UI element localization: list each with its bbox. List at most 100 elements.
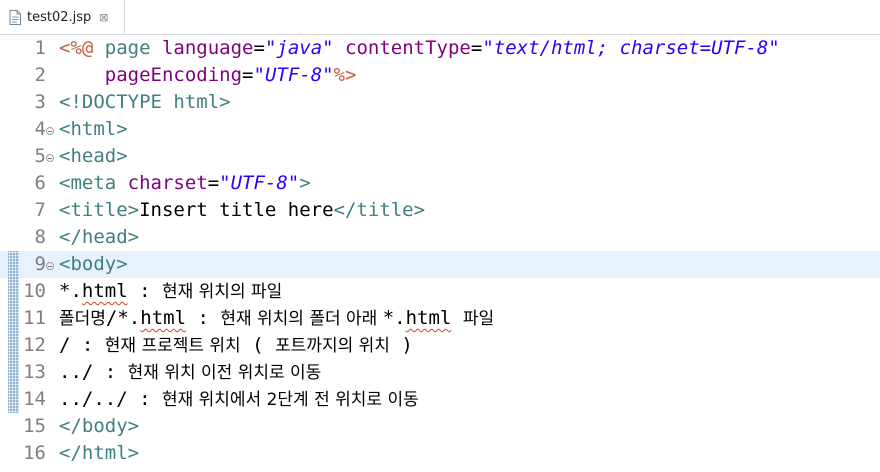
code-token: = <box>470 37 483 59</box>
code-text: <html> <box>59 116 128 143</box>
code-line[interactable]: 15 </body> <box>0 413 880 440</box>
code-token: html <box>81 280 128 302</box>
code-line[interactable]: 11 폴더명/*.html : 현재 위치의 폴더 아래 *.html 파일 <box>0 305 880 332</box>
code-line[interactable]: 3 <!DOCTYPE html> <box>0 89 880 116</box>
code-token: ) <box>389 334 413 356</box>
line-number: 8 <box>34 226 46 248</box>
code-token: 현재 프로젝트 위치 <box>104 336 241 356</box>
line-number: 4 <box>34 118 46 140</box>
code-text: <%@ page language="java" contentType="te… <box>59 35 780 62</box>
code-token: <body> <box>59 253 128 275</box>
editor-window: test02.jsp ⊠ 1 <%@ page language="java" c… <box>0 0 880 472</box>
code-text: <body> <box>59 251 128 278</box>
code-text: </body> <box>59 413 139 440</box>
code-token: : <box>186 307 221 329</box>
code-token: = <box>207 172 220 194</box>
fold-collapse-icon[interactable] <box>46 154 54 162</box>
line-number: 9 <box>34 253 46 275</box>
line-number: 10 <box>23 280 46 302</box>
code-line[interactable]: 12 / : 현재 프로젝트 위치 ( 포트까지의 위치 ) <box>0 332 880 359</box>
code-token: %> <box>333 64 357 86</box>
code-line[interactable]: 1 <%@ page language="java" contentType="t… <box>0 35 880 62</box>
line-number: 15 <box>23 415 46 437</box>
code-token: <html> <box>59 118 128 140</box>
tab-test02-jsp[interactable]: test02.jsp ⊠ <box>0 0 125 34</box>
code-text: <title>Insert title here</title> <box>59 197 425 224</box>
code-token: 폴더명 <box>59 309 106 329</box>
code-line[interactable]: 13 ../ : 현재 위치 이전 위치로 이동 <box>0 359 880 386</box>
code-token: <title> <box>59 199 140 221</box>
code-line[interactable]: 8 </head> <box>0 224 880 251</box>
fold-collapse-icon[interactable] <box>46 127 54 135</box>
code-token: : <box>127 280 162 302</box>
code-token: ../ : <box>59 361 128 383</box>
line-number: 1 <box>34 37 46 59</box>
code-token: 현재 위치 이전 위치로 이동 <box>127 363 322 383</box>
code-token: html <box>140 307 187 329</box>
code-token: *. <box>382 307 406 329</box>
code-editor[interactable]: 1 <%@ page language="java" contentType="t… <box>0 35 880 472</box>
line-number: 13 <box>23 361 46 383</box>
code-text: / : 현재 프로젝트 위치 ( 포트까지의 위치 ) <box>59 332 413 359</box>
code-line[interactable]: 16 </html> <box>0 440 880 467</box>
code-token: = <box>242 64 254 86</box>
code-line[interactable]: 6 <meta charset="UTF-8"> <box>0 170 880 197</box>
code-token: 현재 위치의 폴더 아래 <box>220 309 383 329</box>
code-token: 파일 <box>462 309 495 329</box>
line-number: 12 <box>23 334 46 356</box>
code-token: </title> <box>333 199 426 221</box>
code-token: "java" <box>264 37 334 59</box>
code-text: </html> <box>59 440 139 467</box>
line-number: 5 <box>34 145 46 167</box>
code-token: ../../ : <box>59 388 162 410</box>
code-token: > <box>299 172 311 194</box>
code-token: 현재 위치에서 2단계 전 위치로 이동 <box>161 390 419 410</box>
close-icon[interactable]: ⊠ <box>99 11 108 24</box>
code-text: <head> <box>59 143 128 170</box>
code-token: charset <box>127 172 208 194</box>
code-token: *. <box>59 280 82 302</box>
code-line[interactable]: 10 *.html : 현재 위치의 파일 <box>0 278 880 305</box>
editor-tab-bar: test02.jsp ⊠ <box>0 0 880 35</box>
code-token: Insert title here <box>139 199 334 221</box>
code-line[interactable]: 7 <title>Insert title here</title> <box>0 197 880 224</box>
code-token: html <box>405 307 452 329</box>
code-line[interactable]: 9 <body> <box>0 251 880 278</box>
code-token: <!DOCTYPE html> <box>59 91 231 113</box>
code-token: pageEncoding <box>104 64 243 86</box>
file-icon <box>9 9 21 25</box>
code-token: <%@ <box>59 37 94 59</box>
code-token: ( <box>240 334 276 356</box>
fold-collapse-icon[interactable] <box>46 262 54 270</box>
tab-label: test02.jsp <box>27 9 92 25</box>
code-token: </html> <box>59 442 140 464</box>
code-text: ../ : 현재 위치 이전 위치로 이동 <box>59 359 321 386</box>
code-line[interactable]: 14 ../../ : 현재 위치에서 2단계 전 위치로 이동 <box>0 386 880 413</box>
line-number: 11 <box>23 307 46 329</box>
code-token: contentType <box>345 37 471 59</box>
code-text: <meta charset="UTF-8"> <box>59 170 311 197</box>
code-text: pageEncoding="UTF-8"%> <box>59 62 357 89</box>
code-token: </body> <box>59 415 140 437</box>
code-line[interactable]: 4 <html> <box>0 116 880 143</box>
line-number: 2 <box>34 64 46 86</box>
code-text: *.html : 현재 위치의 파일 <box>59 278 282 305</box>
code-line[interactable]: 2 pageEncoding="UTF-8"%> <box>0 62 880 89</box>
code-token: 포트까지의 위치 <box>275 336 390 356</box>
code-text: </head> <box>59 224 139 251</box>
code-token: page <box>93 37 162 59</box>
code-token: <meta <box>59 172 128 194</box>
code-token: /*. <box>105 307 141 329</box>
code-token: "UTF-8" <box>253 64 334 86</box>
code-text: ../../ : 현재 위치에서 2단계 전 위치로 이동 <box>59 386 419 413</box>
code-token: = <box>253 37 265 59</box>
code-token: language <box>161 37 254 59</box>
line-number: 14 <box>23 388 46 410</box>
code-token: </head> <box>59 226 140 248</box>
code-text: <!DOCTYPE html> <box>59 89 231 116</box>
code-line[interactable]: 5 <head> <box>0 143 880 170</box>
line-number: 7 <box>34 199 46 221</box>
